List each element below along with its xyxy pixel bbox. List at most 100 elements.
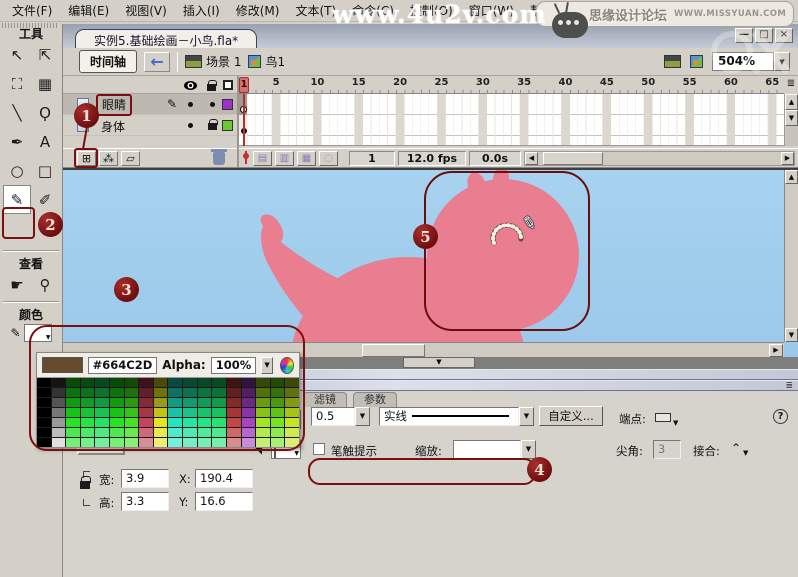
palette-swatch[interactable] [95, 378, 110, 387]
stage-vertical-scrollbar[interactable]: ▲ ▼ [784, 170, 798, 342]
palette-swatch[interactable] [241, 428, 256, 437]
palette-swatch[interactable] [256, 428, 270, 437]
width-input[interactable]: 3.9 [121, 468, 169, 488]
insert-layer-folder-button[interactable]: ▱ [121, 151, 140, 166]
palette-swatch[interactable] [270, 418, 285, 427]
palette-swatch[interactable] [197, 388, 212, 397]
palette-swatch[interactable] [139, 388, 153, 397]
palette-swatch[interactable] [153, 428, 168, 437]
palette-swatch[interactable] [270, 428, 285, 437]
timeline-horizontal-scrollbar[interactable]: ◀ ▶ [524, 150, 795, 166]
palette-swatch[interactable] [270, 438, 285, 447]
modify-onion-markers-button[interactable]: ◌ [319, 150, 338, 166]
menu-item-window[interactable]: 窗口(W) [461, 0, 522, 21]
scroll-right-button[interactable]: ▶ [781, 151, 794, 165]
palette-swatch[interactable] [139, 378, 153, 387]
palette-swatch[interactable] [197, 428, 212, 437]
menu-item-commands[interactable]: 命令(C) [344, 0, 402, 21]
color-wheel-button[interactable] [279, 356, 294, 374]
palette-swatch[interactable] [270, 398, 285, 407]
zoom-tool[interactable]: ⚲ [31, 270, 59, 299]
stage-scroll-up-button[interactable]: ▲ [785, 170, 798, 184]
palette-swatch[interactable] [285, 438, 299, 447]
panel-collapse-button[interactable]: ▼ [403, 356, 475, 368]
brush-tool[interactable]: ✐ [31, 185, 59, 214]
center-frame-icon[interactable] [242, 151, 250, 165]
layer-visibility-dot[interactable] [188, 123, 193, 128]
stroke-style-dropdown[interactable]: ▼ [519, 406, 534, 426]
palette-swatch[interactable] [51, 398, 66, 407]
palette-swatch[interactable] [80, 398, 95, 407]
delete-layer-button[interactable] [211, 149, 227, 165]
palette-swatch[interactable] [256, 438, 270, 447]
text-tool[interactable]: A [31, 127, 59, 156]
rectangle-tool[interactable]: □ [31, 156, 59, 185]
caps-select[interactable] [655, 412, 671, 422]
menu-item-file[interactable]: 文件(F) [4, 0, 60, 21]
stroke-height-input[interactable]: 0.5 [311, 406, 355, 426]
zoom-dropdown-button[interactable]: ▼ [774, 52, 790, 71]
palette-swatch[interactable] [241, 438, 256, 447]
selection-tool[interactable]: ↖ [3, 40, 31, 69]
palette-swatch[interactable] [124, 378, 139, 387]
palette-swatch[interactable] [37, 418, 51, 427]
stage-scroll-down-button[interactable]: ▼ [785, 327, 798, 342]
palette-swatch[interactable] [95, 418, 110, 427]
join-select[interactable]: ⌃ [731, 441, 741, 455]
palette-swatch[interactable] [124, 438, 139, 447]
layer-lock-icon[interactable] [208, 119, 218, 130]
palette-swatch[interactable] [139, 408, 153, 417]
palette-swatch[interactable] [110, 428, 124, 437]
palette-swatch[interactable] [110, 408, 124, 417]
palette-swatch[interactable] [124, 428, 139, 437]
palette-swatch[interactable] [51, 428, 66, 437]
x-input[interactable]: 190.4 [195, 468, 253, 488]
palette-swatch[interactable] [95, 408, 110, 417]
palette-swatch[interactable] [153, 388, 168, 397]
pencil-tool[interactable]: ✎ [3, 185, 31, 214]
palette-swatch[interactable] [212, 418, 226, 427]
palette-swatch[interactable] [226, 438, 241, 447]
palette-swatch[interactable] [124, 418, 139, 427]
palette-swatch[interactable] [168, 438, 183, 447]
palette-swatch[interactable] [66, 408, 80, 417]
breadcrumb-symbol[interactable]: 鸟1 [248, 53, 285, 70]
palette-swatch[interactable] [37, 438, 51, 447]
palette-swatch[interactable] [139, 398, 153, 407]
menu-item-control[interactable]: 控制(O) [402, 0, 461, 21]
edit-scene-button[interactable] [664, 55, 681, 68]
palette-swatch[interactable] [37, 428, 51, 437]
palette-swatch[interactable] [124, 388, 139, 397]
layer-row-1[interactable]: 眼睛 ✎ [63, 94, 237, 116]
stroke-height-dropdown[interactable]: ▼ [355, 406, 370, 426]
palette-swatch[interactable] [256, 418, 270, 427]
onion-skin-button[interactable]: ▤ [253, 150, 272, 166]
palette-swatch[interactable] [66, 388, 80, 397]
palette-swatch[interactable] [110, 438, 124, 447]
custom-stroke-button[interactable]: 自定义... [539, 405, 603, 426]
menu-item-view[interactable]: 视图(V) [117, 0, 175, 21]
timeline-scroll-thumb[interactable] [543, 151, 603, 165]
minimize-button[interactable]: — [735, 28, 753, 43]
palette-swatch[interactable] [256, 378, 270, 387]
timeline-ruler[interactable]: 1 5 10 15 20 25 30 35 40 45 50 55 60 65 [239, 76, 784, 94]
scroll-left-button[interactable]: ◀ [525, 151, 538, 165]
palette-swatch[interactable] [212, 378, 226, 387]
palette-swatch[interactable] [212, 428, 226, 437]
palette-swatch[interactable] [153, 418, 168, 427]
palette-swatch[interactable] [226, 388, 241, 397]
toolbar-drag-grip[interactable] [2, 23, 58, 28]
palette-swatch[interactable] [51, 408, 66, 417]
onion-skin-outlines-button[interactable]: ▥ [275, 150, 294, 166]
palette-swatch[interactable] [110, 388, 124, 397]
pen-tool[interactable]: ✒ [3, 127, 31, 156]
layer-outline-color-swatch[interactable] [222, 120, 233, 131]
palette-swatch[interactable] [66, 378, 80, 387]
layer-outline-color-swatch[interactable] [222, 99, 233, 110]
palette-swatch[interactable] [66, 438, 80, 447]
palette-swatch[interactable] [197, 438, 212, 447]
palette-swatch[interactable] [168, 388, 183, 397]
palette-swatch[interactable] [270, 408, 285, 417]
palette-swatch[interactable] [256, 388, 270, 397]
palette-swatch[interactable] [212, 398, 226, 407]
